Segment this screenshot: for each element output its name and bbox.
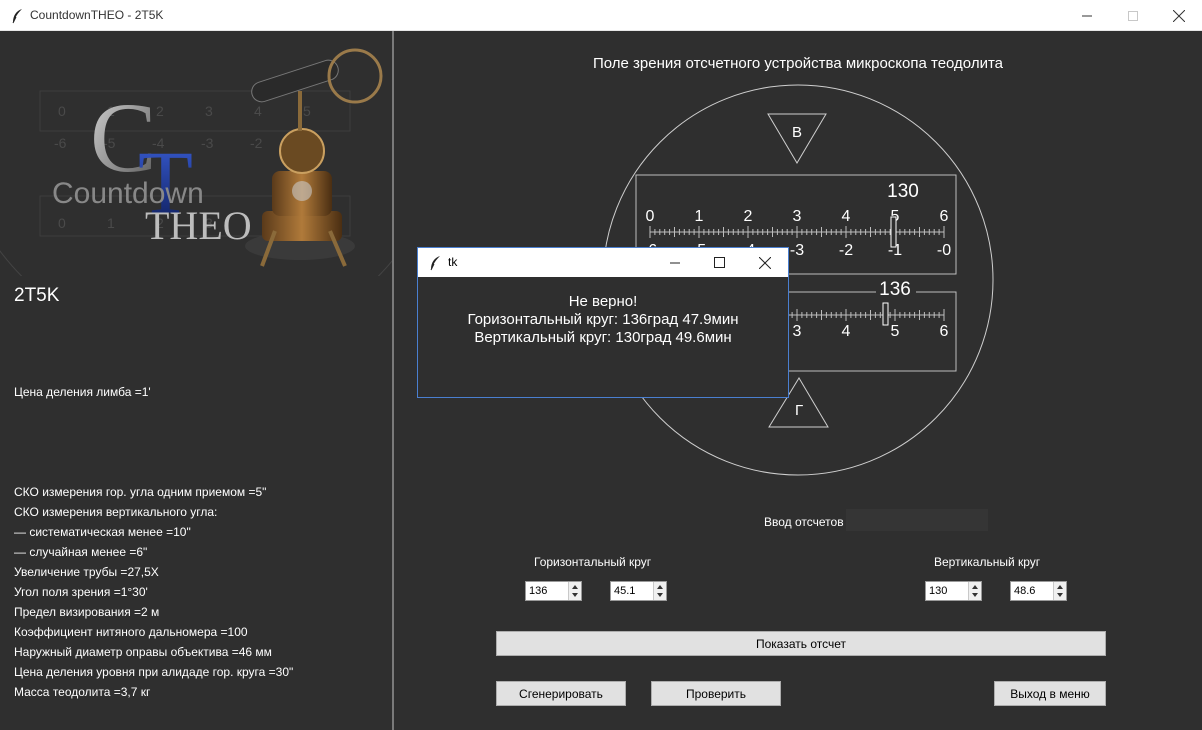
- spec-line: Масса теодолита =3,7 кг: [14, 685, 151, 699]
- spin-arrows[interactable]: [568, 582, 581, 600]
- spec-line: Цена деления уровня при алидаде гор. кру…: [14, 665, 294, 679]
- exit-to-menu-button[interactable]: Выход в меню: [994, 681, 1106, 706]
- spec-line: — случайная менее =6": [14, 545, 148, 559]
- window-title: CountdownTHEO - 2T5K: [30, 8, 164, 22]
- spec-line: — систематическая менее =10": [14, 525, 191, 539]
- spin-arrows[interactable]: [1053, 582, 1066, 600]
- spin-down-icon[interactable]: [572, 593, 578, 597]
- close-button[interactable]: [1156, 0, 1202, 31]
- spin-up-icon[interactable]: [1057, 585, 1063, 589]
- theodolite-illustration: [245, 48, 383, 267]
- check-button[interactable]: Проверить: [651, 681, 781, 706]
- dialog-title: tk: [448, 255, 458, 269]
- spec-line: Коэффициент нитяного дальномера =100: [14, 625, 248, 639]
- horizontal-scale-digit: 5: [891, 323, 900, 340]
- maximize-button[interactable]: [1110, 0, 1156, 31]
- dialog-minimize-button[interactable]: [652, 248, 698, 277]
- show-reading-button[interactable]: Показать отсчет: [496, 631, 1106, 656]
- model-name: 2T5K: [14, 285, 60, 306]
- vertical-minutes-spinbox[interactable]: 48.6: [1010, 581, 1067, 601]
- spec-line: Наружный диаметр оправы объектива =46 мм: [14, 645, 272, 659]
- result-dialog: tk Не верно! Горизонтальный круг: 136гра…: [417, 247, 789, 398]
- close-icon: [1173, 9, 1185, 22]
- horizontal-minutes-spinbox[interactable]: 45.1: [610, 581, 667, 601]
- vertical-scale-digit: 4: [842, 208, 851, 225]
- logo-bg-digit: 2: [156, 103, 164, 119]
- vertical-degree-label: 130: [887, 181, 919, 202]
- vertical-scale-reverse-digit: -0: [937, 242, 951, 259]
- countdown-theo-logo: 012345 -6-5-4-3-2-1 0123 CT C T Countdow…: [0, 31, 392, 276]
- horizontal-circle-label: Горизонтальный круг: [534, 555, 652, 569]
- maximize-icon: [713, 257, 725, 268]
- vertical-scale-reverse-digit: -2: [839, 242, 853, 259]
- horizontal-degrees-value: 136: [529, 585, 548, 597]
- dialog-message-status: Не верно!: [568, 293, 638, 310]
- vertical-scale-reverse-digit: -3: [790, 242, 804, 259]
- spec-line: Предел визирования =2 м: [14, 605, 160, 619]
- vertical-scale-digit: 3: [793, 208, 802, 225]
- window-titlebar: CountdownTHEO - 2T5K: [0, 0, 1202, 31]
- dialog-maximize-button[interactable]: [696, 248, 742, 277]
- feather-icon: [430, 256, 440, 271]
- spec-line: СКО измерения вертикального угла:: [14, 505, 218, 519]
- horizontal-scale-digit: 3: [793, 323, 802, 340]
- logo-word-theo: THEO: [145, 203, 252, 248]
- logo-bg-digit: -2: [250, 135, 263, 151]
- spin-up-icon[interactable]: [572, 585, 578, 589]
- horizontal-minutes-value: 45.1: [614, 585, 636, 597]
- spec-line: Увеличение трубы =27,5X: [14, 565, 159, 579]
- vertical-scale-digit: 2: [744, 208, 753, 225]
- spin-arrows[interactable]: [968, 582, 981, 600]
- spin-arrows[interactable]: [653, 582, 666, 600]
- spin-down-icon[interactable]: [972, 593, 978, 597]
- horizontal-marker-label: Г: [795, 402, 803, 419]
- dialog-titlebar: tk: [418, 248, 788, 277]
- instrument-info-panel: 012345 -6-5-4-3-2-1 0123 CT C T Countdow…: [0, 31, 392, 730]
- minimize-icon: [670, 262, 680, 263]
- input-section-background: [846, 509, 988, 531]
- spin-down-icon[interactable]: [657, 593, 663, 597]
- vertical-degrees-spinbox[interactable]: 130: [925, 581, 982, 601]
- minimize-icon: [1082, 15, 1092, 16]
- horizontal-degrees-spinbox[interactable]: 136: [525, 581, 582, 601]
- minimize-button[interactable]: [1064, 0, 1110, 31]
- spin-up-icon[interactable]: [657, 585, 663, 589]
- logo-bg-digit: 1: [107, 215, 115, 231]
- logo-bg-digit: 3: [205, 103, 213, 119]
- vertical-degrees-value: 130: [929, 585, 948, 597]
- vertical-index-mark: [890, 216, 897, 248]
- horizontal-scale-digit: 4: [842, 323, 851, 340]
- logo-bg-digit: -3: [201, 135, 214, 151]
- price-division-label: Цена деления лимба =1': [14, 385, 151, 399]
- horizontal-degree-label: 136: [879, 279, 911, 300]
- dialog-close-button[interactable]: [742, 248, 788, 277]
- spec-line: СКО измерения гор. угла одним приемом =5…: [14, 485, 267, 499]
- vertical-minutes-value: 48.6: [1014, 585, 1036, 597]
- horizontal-scale-digit: 6: [940, 323, 949, 340]
- generate-button[interactable]: Сгенерировать: [496, 681, 626, 706]
- logo-bg-digit: -6: [54, 135, 67, 151]
- input-section-label: Ввод отсчетов: [764, 515, 844, 529]
- feather-icon: [12, 9, 22, 24]
- vertical-scale-digit: 6: [940, 208, 949, 225]
- logo-bg-digit: 5: [303, 103, 311, 119]
- logo-bg-digit: 4: [254, 103, 262, 119]
- logo-bg-digit: 0: [58, 103, 66, 119]
- spin-down-icon[interactable]: [1057, 593, 1063, 597]
- spec-line: Угол поля зрения =1°30': [14, 585, 148, 599]
- vertical-scale-digit: 1: [695, 208, 704, 225]
- dialog-message-vertical: Вертикальный круг: 130град 49.6мин: [474, 329, 732, 346]
- logo-bg-digit: 0: [58, 215, 66, 231]
- logo-graphic: 012345 -6-5-4-3-2-1 0123 CT C T Countdow…: [0, 48, 392, 276]
- vertical-marker-label: В: [792, 124, 802, 141]
- maximize-icon: [1128, 10, 1138, 21]
- close-icon: [759, 256, 771, 269]
- vertical-circle-label: Вертикальный круг: [934, 555, 1041, 569]
- vertical-scale-digit: 0: [646, 208, 655, 225]
- horizontal-index-mark: [882, 302, 889, 326]
- spin-up-icon[interactable]: [972, 585, 978, 589]
- dialog-message-horizontal: Горизонтальный круг: 136град 47.9мин: [467, 311, 739, 328]
